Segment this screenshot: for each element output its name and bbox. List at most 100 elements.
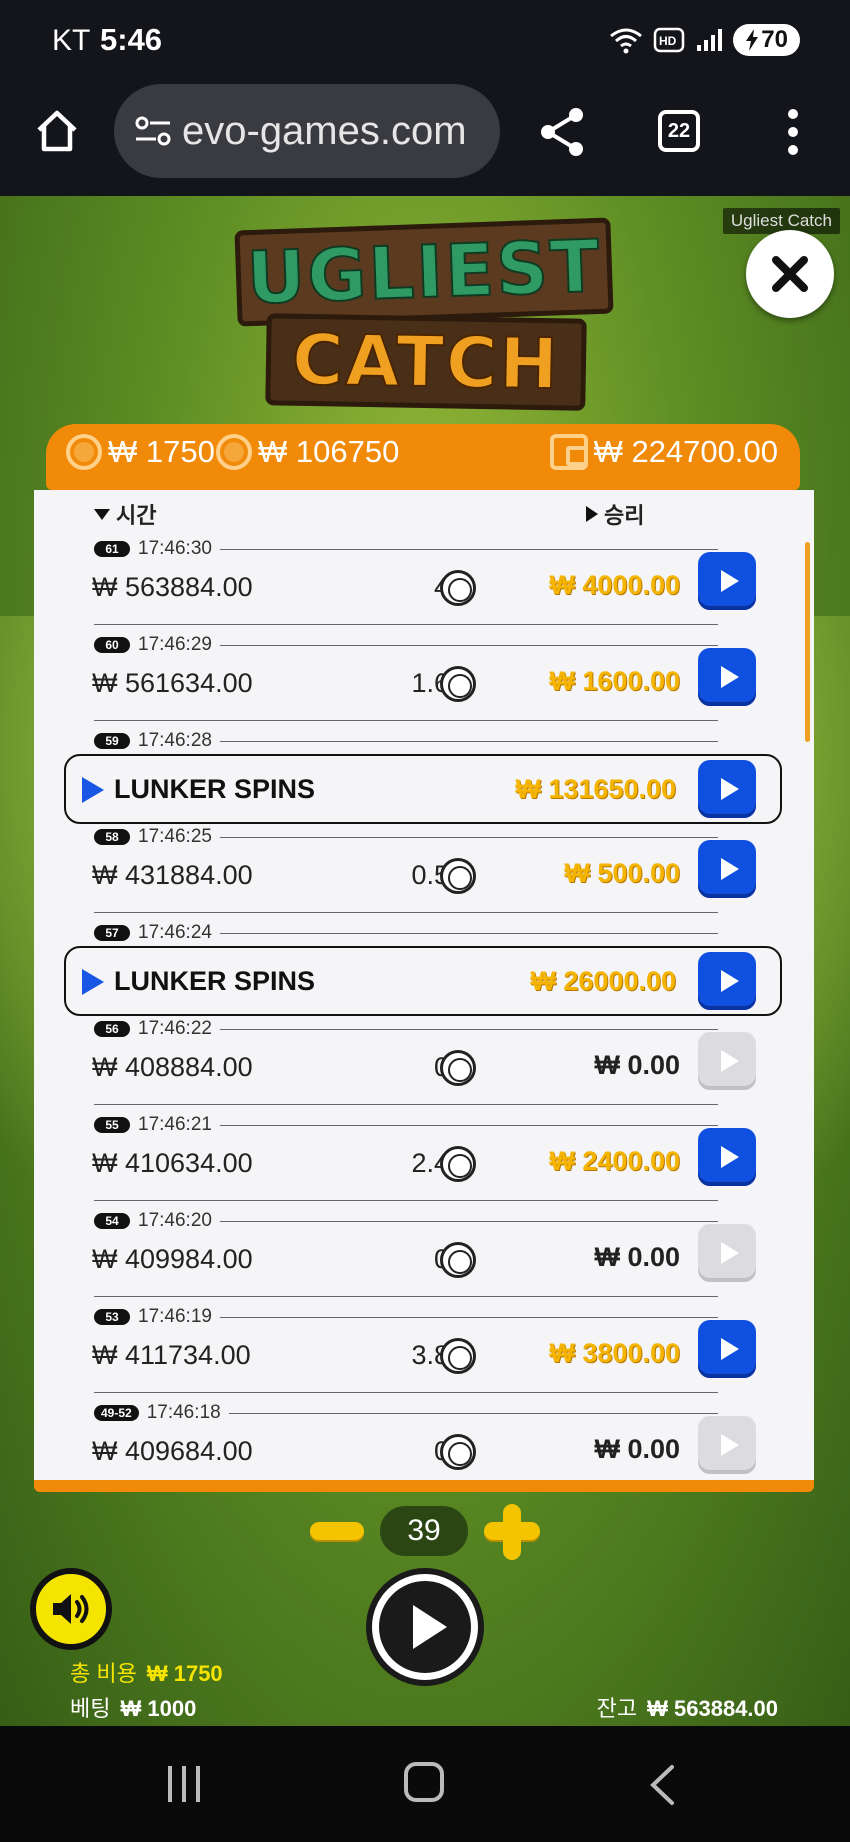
win-amount: ₩ 0.00 xyxy=(594,1242,680,1272)
game-logo: UGLIEST CATCH xyxy=(232,217,616,414)
feature-summary[interactable]: LUNKER SPINS ₩ 131650.00 xyxy=(64,754,782,824)
replay-button[interactable] xyxy=(698,1128,756,1186)
home-icon[interactable] xyxy=(34,108,80,154)
column-header-win[interactable]: 승리 xyxy=(586,498,644,530)
row-time: 17:46:24 xyxy=(138,922,212,943)
replay-button[interactable] xyxy=(698,552,756,610)
game-canvas: Ugliest Catch UGLIEST CATCH ₩ 1750 ₩ 106… xyxy=(0,196,850,1726)
row-time: 17:46:19 xyxy=(138,1306,212,1327)
back-icon[interactable] xyxy=(648,1764,676,1806)
replay-button[interactable] xyxy=(698,760,756,818)
signal-icon xyxy=(697,29,723,51)
play-icon xyxy=(413,1605,447,1649)
round-badge: 56 xyxy=(94,1021,130,1037)
wallet-value: ₩ 224700.00 xyxy=(593,434,778,469)
carrier-label: KT xyxy=(52,24,91,57)
total-cost-label: 총 비용 xyxy=(70,1661,137,1686)
spin-button[interactable] xyxy=(372,1574,478,1680)
divider xyxy=(94,1392,718,1393)
share-icon[interactable] xyxy=(538,106,586,158)
play-icon xyxy=(720,1338,739,1360)
sort-desc-icon xyxy=(94,508,110,520)
round-badge: 54 xyxy=(94,1213,130,1229)
replay-button[interactable] xyxy=(698,840,756,898)
home-button[interactable] xyxy=(404,1762,444,1802)
row-meta: 56 17:46:22 xyxy=(94,1018,718,1040)
replay-button[interactable] xyxy=(698,1224,756,1282)
bonus-stake-item: ₩ 106750 xyxy=(216,434,399,470)
hd-voice-icon: HD xyxy=(654,27,685,53)
replay-button[interactable] xyxy=(698,648,756,706)
play-icon xyxy=(82,777,104,803)
row-balance: ₩ 411734.00 xyxy=(92,1340,251,1370)
round-badge: 58 xyxy=(94,829,130,845)
history-row: 5817:46:25₩ 431884.000.5 x₩ 500.00 xyxy=(34,826,814,922)
play-icon xyxy=(720,778,739,800)
divider xyxy=(219,932,718,934)
divider xyxy=(94,1104,718,1105)
recent-apps-button[interactable] xyxy=(168,1766,200,1802)
play-icon xyxy=(720,1242,739,1264)
play-icon xyxy=(720,970,739,992)
row-time: 17:46:18 xyxy=(146,1402,221,1423)
coin-icon xyxy=(440,570,476,606)
replay-button[interactable] xyxy=(698,1032,756,1090)
play-icon xyxy=(82,969,104,995)
round-badge: 57 xyxy=(94,925,130,941)
round-badge: 53 xyxy=(94,1309,130,1325)
tab-switcher-button[interactable]: 22 xyxy=(658,110,700,152)
address-bar[interactable]: evo-games.com xyxy=(114,84,500,178)
history-row: 5517:46:21₩ 410634.002.4 x₩ 2400.00 xyxy=(34,1114,814,1210)
charging-bolt-icon xyxy=(746,29,759,51)
more-menu-icon[interactable] xyxy=(782,108,804,156)
row-balance: ₩ 409984.00 xyxy=(92,1244,253,1274)
status-icons: HD 70 xyxy=(609,24,800,56)
divider xyxy=(219,1316,718,1318)
row-meta: 55 17:46:21 xyxy=(94,1114,718,1136)
divider xyxy=(219,836,718,838)
win-amount: ₩ 131650.00 xyxy=(515,774,676,804)
logo-wordmark-top: UGLIEST xyxy=(234,217,614,327)
balance-value: ₩ 563884.00 xyxy=(647,1696,778,1721)
replay-button[interactable] xyxy=(698,1320,756,1378)
close-history-button[interactable] xyxy=(746,230,834,318)
row-meta: 53 17:46:19 xyxy=(94,1306,718,1328)
divider xyxy=(94,912,718,913)
history-row: 5417:46:20₩ 409984.000 x₩ 0.00 xyxy=(34,1210,814,1306)
row-meta: 59 17:46:28 xyxy=(94,730,718,752)
decrease-button[interactable] xyxy=(310,1522,364,1540)
feature-summary[interactable]: LUNKER SPINS ₩ 26000.00 xyxy=(64,946,782,1016)
round-badge: 49-52 xyxy=(94,1405,139,1421)
total-cost: 총 비용 ₩ 1750 xyxy=(70,1656,223,1688)
divider xyxy=(94,1200,718,1201)
round-badge: 55 xyxy=(94,1117,130,1133)
battery-level: 70 xyxy=(761,26,788,53)
balance-amount: 잔고 ₩ 563884.00 xyxy=(597,1691,778,1723)
row-time: 17:46:20 xyxy=(138,1210,212,1231)
panel-footer-bar xyxy=(34,1480,814,1492)
replay-button[interactable] xyxy=(698,952,756,1010)
system-navigation-bar xyxy=(0,1726,850,1842)
play-icon xyxy=(720,1434,739,1456)
row-time: 17:46:28 xyxy=(138,730,212,751)
coin-icon xyxy=(66,434,102,470)
row-balance: ₩ 563884.00 xyxy=(92,572,253,602)
column-header-time[interactable]: 시간 xyxy=(94,498,156,530)
divider xyxy=(94,720,718,721)
stepper-value: 39 xyxy=(380,1506,468,1556)
row-meta: 60 17:46:29 xyxy=(94,634,718,656)
history-panel[interactable]: 시간 승리 6117:46:30₩ 563884.004 x₩ 4000.006… xyxy=(34,490,814,1484)
coin-icon xyxy=(440,1146,476,1182)
feature-label: LUNKER SPINS xyxy=(114,966,316,996)
stake-summary-bar: ₩ 1750 ₩ 106750 ₩ 224700.00 xyxy=(46,424,800,490)
browser-toolbar: evo-games.com 22 xyxy=(0,80,850,196)
history-row: 6017:46:29₩ 561634.001.6 x₩ 1600.00 xyxy=(34,634,814,730)
replay-button[interactable] xyxy=(698,1416,756,1474)
history-row: 5617:46:22₩ 408884.000 x₩ 0.00 xyxy=(34,1018,814,1114)
row-meta: 58 17:46:25 xyxy=(94,826,718,848)
row-meta: 57 17:46:24 xyxy=(94,922,718,944)
site-settings-icon[interactable] xyxy=(134,114,172,148)
sound-toggle-button[interactable] xyxy=(30,1568,112,1650)
balance-label: 잔고 xyxy=(596,1696,638,1721)
row-time: 17:46:21 xyxy=(138,1114,212,1135)
